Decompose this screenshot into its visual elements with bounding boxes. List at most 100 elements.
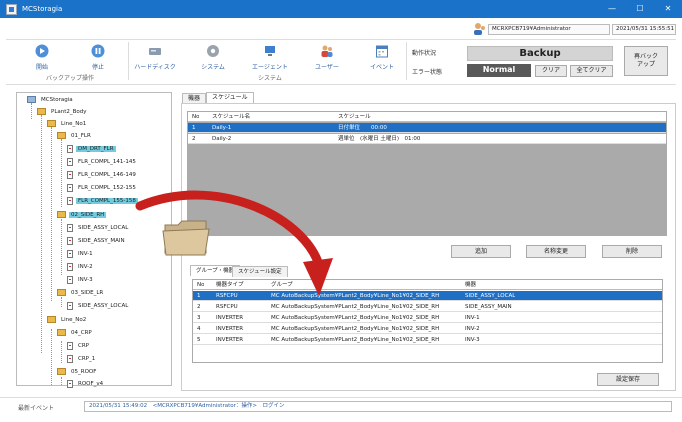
- cell-group: MC AutoBackupSystem¥PLant2_Body¥Line_No1…: [271, 304, 440, 310]
- column-header: スケジュール: [338, 114, 371, 120]
- table-row[interactable]: 4 INVERTER MC AutoBackupSystem¥PLant2_Bo…: [193, 324, 662, 334]
- table-row[interactable]: 2 Daily-2 週単位 (水曜日 土曜日) 01:00: [188, 134, 666, 144]
- table-row[interactable]: 3 INVERTER MC AutoBackupSystem¥PLant2_Bo…: [193, 313, 662, 323]
- cell-no: 2: [192, 136, 196, 142]
- tree-node-label: INV-1: [78, 250, 93, 257]
- column-header: グループ: [271, 282, 293, 288]
- system-button[interactable]: システム: [195, 44, 231, 71]
- tree-node-01-flr[interactable]: 01_FLR: [57, 130, 93, 141]
- start-label: 開始: [35, 64, 48, 71]
- tree-node-inv-2[interactable]: INV-2: [67, 261, 95, 272]
- stop-label: 停止: [91, 64, 104, 71]
- table-row[interactable]: 1 RSFCPU MC AutoBackupSystem¥PLant2_Body…: [193, 291, 662, 301]
- device-icon: [67, 170, 73, 179]
- rename-schedule-button[interactable]: 名称変更: [526, 245, 586, 258]
- close-button[interactable]: ✕: [654, 0, 682, 18]
- user-icon: [474, 23, 485, 35]
- table-row[interactable]: 1 Daily-1 日付単位 00:00: [188, 123, 666, 133]
- folder-icon: [57, 289, 66, 296]
- device-icon: [67, 262, 73, 271]
- clear-button[interactable]: クリア: [535, 65, 567, 77]
- cell-device-type: RSFCPU: [216, 304, 238, 310]
- tree-node-label: 05_ROOF: [71, 368, 97, 375]
- tab-schedule-settings[interactable]: スケジュール設定: [232, 266, 288, 277]
- tree-node-flr-compl-146[interactable]: FLR_COMPL_146-149: [67, 169, 138, 180]
- cell-device-type: INVERTER: [216, 315, 244, 321]
- user-button[interactable]: ユーザー: [312, 44, 342, 71]
- computer-icon: [265, 46, 275, 56]
- backup-group-label: バックアップ操作: [46, 75, 95, 82]
- folder-icon: [57, 329, 66, 336]
- agent-label: エージェント: [252, 64, 288, 71]
- tree-node-label: SIDE_ASSY_MAIN: [78, 237, 125, 244]
- gear-icon: [207, 45, 219, 57]
- tree-node-side-assy-local-lr[interactable]: SIDE_ASSY_LOCAL: [67, 300, 130, 311]
- latest-event-label: 最新イベント: [18, 405, 55, 412]
- tree-node-label: 03_SIDE_LR: [71, 289, 104, 296]
- device-icon: [67, 144, 73, 153]
- calendar-icon: [376, 45, 388, 58]
- error-state-value: Normal: [467, 64, 531, 77]
- app-icon: [6, 3, 17, 15]
- tree-node-flr-compl-141[interactable]: FLR_COMPL_141-145: [67, 156, 138, 167]
- tree-node-line-no1[interactable]: Line_No1: [47, 118, 88, 129]
- table-row[interactable]: 2 RSFCPU MC AutoBackupSystem¥PLant2_Body…: [193, 302, 662, 312]
- tree-node-roof-v4[interactable]: ROOF_v4: [67, 378, 105, 389]
- cell-no: 3: [197, 315, 201, 321]
- agent-button[interactable]: エージェント: [248, 44, 292, 71]
- latest-event-log: 2021/05/31 15:49:02 <MCRXPCB719¥Administ…: [84, 401, 672, 412]
- tree-node-crp-1[interactable]: CRP_1: [67, 353, 97, 364]
- tree-node-dm-drt-flr[interactable]: DM_DRT_FLR: [67, 143, 116, 154]
- rebackup-button[interactable]: 再バック アップ: [624, 46, 668, 76]
- cell-group: MC AutoBackupSystem¥PLant2_Body¥Line_No1…: [271, 326, 440, 332]
- maximize-button[interactable]: ☐: [626, 0, 654, 18]
- pause-icon: [91, 44, 105, 58]
- delete-schedule-button[interactable]: 削除: [602, 245, 662, 258]
- cell-device: INV-3: [465, 337, 480, 343]
- folder-icon: [57, 132, 66, 139]
- harddisk-icon: [149, 48, 161, 55]
- tree-node-02-side-rh[interactable]: 02_SIDE_RH: [57, 209, 107, 220]
- tree-node-label: FLR_COMPL_152-155: [78, 184, 136, 191]
- start-button[interactable]: 開始: [30, 44, 54, 71]
- column-header: No: [197, 282, 205, 288]
- tree-node-label: CRP_1: [78, 355, 96, 362]
- cell-device-type: INVERTER: [216, 326, 244, 332]
- tree-node-label: PLant2_Body: [51, 108, 87, 115]
- tree-node-root[interactable]: MCStoragia: [27, 94, 75, 105]
- tree-node-04-crp[interactable]: 04_CRP: [57, 327, 94, 338]
- save-settings-button[interactable]: 設定保存: [597, 373, 659, 386]
- tree-node-flr-compl-155[interactable]: FLR_COMPL_155-158: [67, 195, 138, 206]
- column-header: No: [192, 114, 200, 120]
- dragged-folder-icon: [162, 220, 210, 256]
- tree-node-05-roof[interactable]: 05_ROOF: [57, 366, 98, 377]
- device-icon: [67, 301, 73, 310]
- clear-all-button[interactable]: 全てクリア: [570, 65, 613, 77]
- harddisk-button[interactable]: ハードディスク: [131, 44, 179, 71]
- table-row[interactable]: 5 INVERTER MC AutoBackupSystem¥PLant2_Bo…: [193, 335, 662, 345]
- stop-button[interactable]: 停止: [86, 44, 110, 71]
- root-icon: [27, 96, 36, 103]
- tree-node-label: ROOF_v4: [78, 380, 104, 387]
- minimize-button[interactable]: —: [598, 0, 626, 18]
- tree-node-flr-compl-152[interactable]: FLR_COMPL_152-155: [67, 182, 138, 193]
- cell-no: 1: [197, 293, 201, 299]
- tree-node-side-assy-local[interactable]: SIDE_ASSY_LOCAL: [67, 222, 130, 233]
- play-icon: [35, 44, 49, 58]
- device-icon: [67, 354, 73, 363]
- tree-node-side-assy-main[interactable]: SIDE_ASSY_MAIN: [67, 235, 127, 246]
- tree-node-inv-3[interactable]: INV-3: [67, 274, 95, 285]
- tree-node-inv-1[interactable]: INV-1: [67, 248, 95, 259]
- schedule-table[interactable]: No スケジュール名 スケジュール 1 Daily-1 日付単位 00:00 2…: [187, 111, 667, 236]
- add-schedule-button[interactable]: 追加: [451, 245, 511, 258]
- folder-icon: [47, 316, 56, 323]
- tree-node-03-side-lr[interactable]: 03_SIDE_LR: [57, 287, 105, 298]
- toolbar-divider: [406, 42, 407, 80]
- tree-node-line-no2[interactable]: Line_No2: [47, 314, 88, 325]
- devices-table[interactable]: No 機器タイプ グループ 機器 1 RSFCPU MC AutoBackupS…: [192, 279, 663, 363]
- tree-node-crp[interactable]: CRP: [67, 340, 91, 351]
- event-button[interactable]: イベント: [366, 44, 398, 71]
- cell-device: INV-1: [465, 315, 480, 321]
- tree-node-plant2-body[interactable]: PLant2_Body: [37, 106, 89, 117]
- group-tree[interactable]: MCStoragia PLant2_Body Line_No1 01_FLR D…: [16, 92, 172, 389]
